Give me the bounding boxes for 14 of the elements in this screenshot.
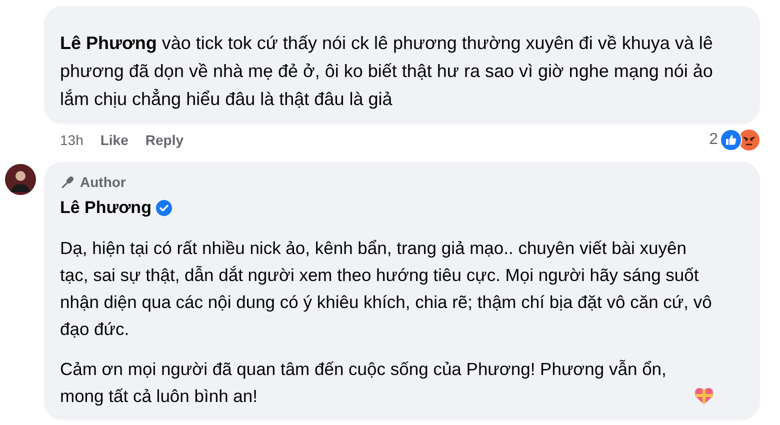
author-label: Author (80, 173, 126, 192)
avatar (5, 164, 36, 195)
comment-action-link[interactable]: Reply (145, 130, 184, 150)
comment-time: 13h (60, 130, 84, 150)
author-name[interactable]: Lê Phương (60, 195, 152, 220)
thumbs-up-icon (720, 129, 742, 151)
comment-paragraph: Cảm ơn mọi người đã quan tâm đến cuộc sống của Phương! Phương vẫn ổn, mong tất cả luôn bình an! (60, 358, 668, 408)
microphone-icon (60, 175, 75, 190)
gift-heart-icon (694, 386, 714, 404)
comment-text: Lê Phương vào tick tok cứ thấy nói ck lê phương thường xuyên đi về khuya và lê phương đã dọn về nhà mẹ đẻ ở, ôi ko biết thật hư ra sao vì giờ nghe mạng nói ảo lắm chịu chẳng hiểu đâu là thật đâu là giả (60, 33, 713, 109)
comment-action-link[interactable]: Like (100, 130, 128, 150)
comment-paragraph: Dạ, hiện tại có rất nhiều nick ảo, kênh bẩn, trang giả mạo.. chuyên viết bài xuyên tạc, sai sự thật, dẫn dắt người xem theo hướng tiêu cực. Mọi người hãy sáng suốt nhận diện qua các nội dung có ý khiêu khích, chia rẽ; thậm chí bịa đặt vô căn cứ, vô đạo đức. (60, 236, 713, 340)
reaction-count: 2 (709, 130, 718, 150)
angry-face-icon (738, 129, 760, 151)
